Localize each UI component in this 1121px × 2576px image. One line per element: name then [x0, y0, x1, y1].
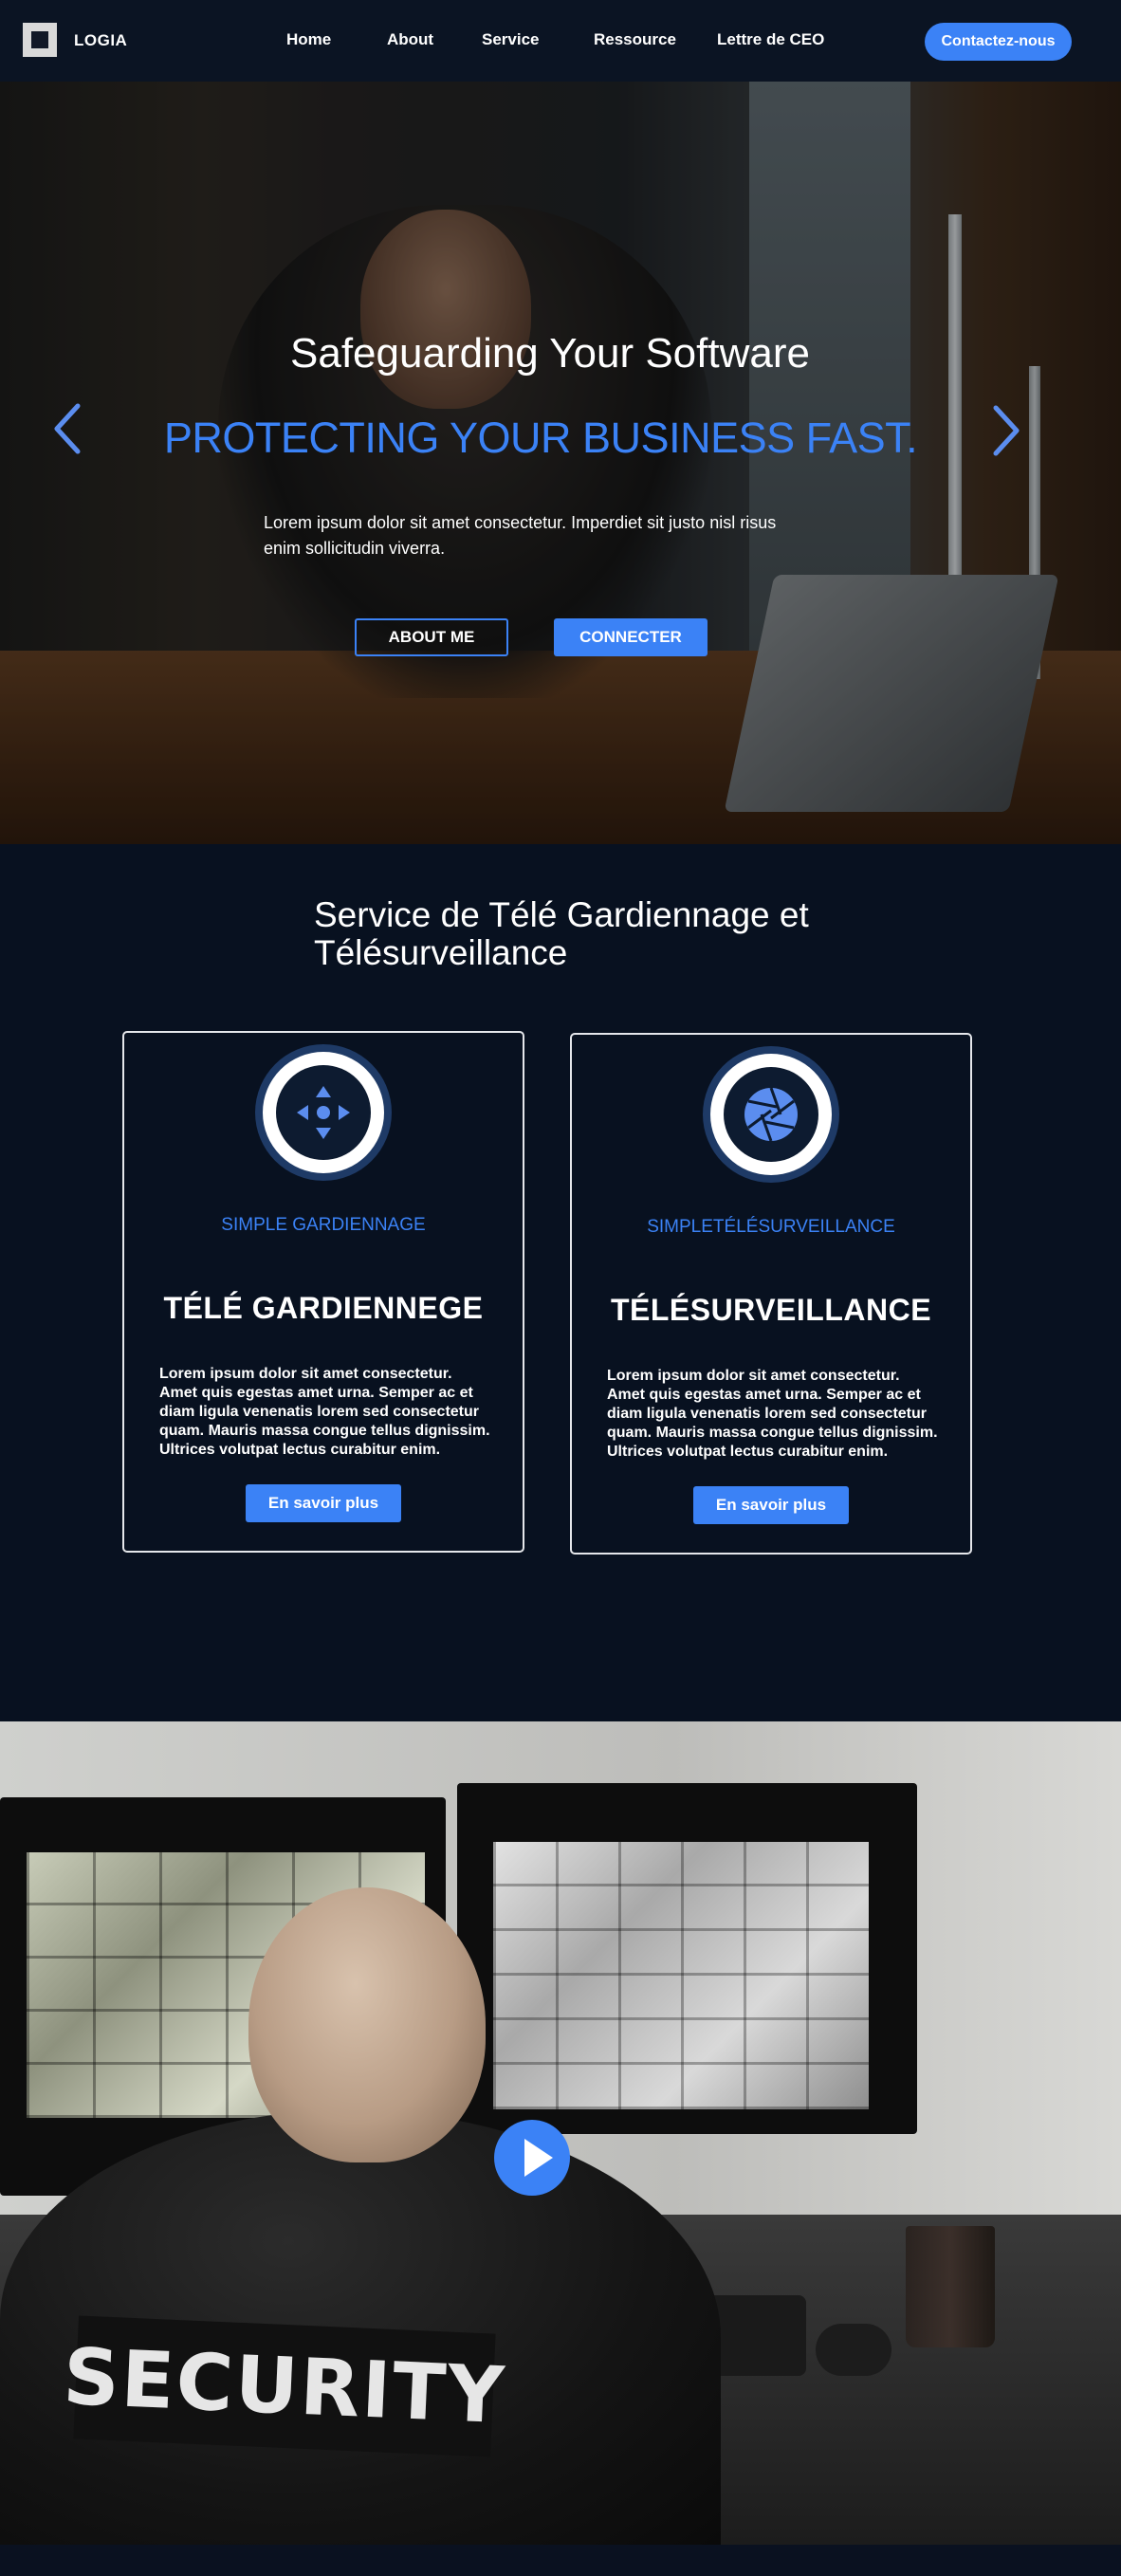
- hero-overlay: [0, 82, 1121, 844]
- learn-more-button[interactable]: En savoir plus: [693, 1486, 849, 1524]
- logo-icon[interactable]: [23, 23, 57, 57]
- security-patch: SECURITY: [62, 2315, 507, 2457]
- security-patch-text: SECURITY: [61, 2331, 508, 2441]
- video-background-monitor: [457, 1783, 917, 2134]
- card-kicker: SIMPLE GARDIENNAGE: [221, 1215, 426, 1235]
- video-background-mouse: [816, 2324, 891, 2376]
- service-card-telesurveillance: SIMPLETÉLÉSURVEILLANCE TÉLÉSURVEILLANCE …: [570, 1033, 972, 1555]
- camera-aperture-icon: [703, 1046, 839, 1183]
- card-heading: TÉLÉSURVEILLANCE: [610, 1293, 932, 1327]
- cctv-screen: [493, 1842, 869, 2109]
- play-icon[interactable]: [494, 2120, 570, 2196]
- logo-text[interactable]: LOGIA: [74, 31, 127, 50]
- learn-more-button[interactable]: En savoir plus: [246, 1484, 401, 1522]
- card-heading: TÉLÉ GARDIENNEGE: [163, 1291, 484, 1325]
- connect-button[interactable]: CONNECTER: [554, 618, 708, 656]
- nav-link-lettre-ceo[interactable]: Lettre de CEO: [717, 30, 824, 49]
- hero-section: Safeguarding Your Software PROTECTING YO…: [0, 82, 1121, 844]
- hero-title: Safeguarding Your Software: [290, 330, 810, 377]
- services-section: Service de Télé Gardiennage et Télésurve…: [0, 844, 1121, 1721]
- nav-link-about[interactable]: About: [387, 30, 433, 49]
- navbar: LOGIA Home About Service Ressource Lettr…: [0, 0, 1121, 82]
- card-description: Lorem ipsum dolor sit amet consectetur. …: [607, 1368, 938, 1460]
- nav-link-service[interactable]: Service: [482, 30, 540, 49]
- video-background-guard-head: [248, 1887, 486, 2162]
- move-arrows-icon: [255, 1044, 392, 1181]
- about-me-button[interactable]: ABOUT ME: [355, 618, 508, 656]
- footer-strip: [0, 2545, 1121, 2576]
- video-section: SECURITY: [0, 1721, 1121, 2545]
- hero-description: Lorem ipsum dolor sit amet consectetur. …: [264, 513, 777, 558]
- nav-link-home[interactable]: Home: [286, 30, 331, 49]
- hero-subtitle: PROTECTING YOUR BUSINESS FAST.: [163, 414, 918, 462]
- services-title: Service de Télé Gardiennage et Télésurve…: [314, 895, 809, 972]
- card-kicker: SIMPLETÉLÉSURVEILLANCE: [647, 1217, 895, 1237]
- service-card-gardiennage: SIMPLE GARDIENNAGE TÉLÉ GARDIENNEGE Lore…: [122, 1031, 524, 1553]
- contact-button[interactable]: Contactez-nous: [925, 23, 1072, 61]
- video-background-mug: [906, 2226, 995, 2347]
- card-description: Lorem ipsum dolor sit amet consectetur. …: [159, 1366, 490, 1458]
- nav-link-ressource[interactable]: Ressource: [594, 30, 676, 49]
